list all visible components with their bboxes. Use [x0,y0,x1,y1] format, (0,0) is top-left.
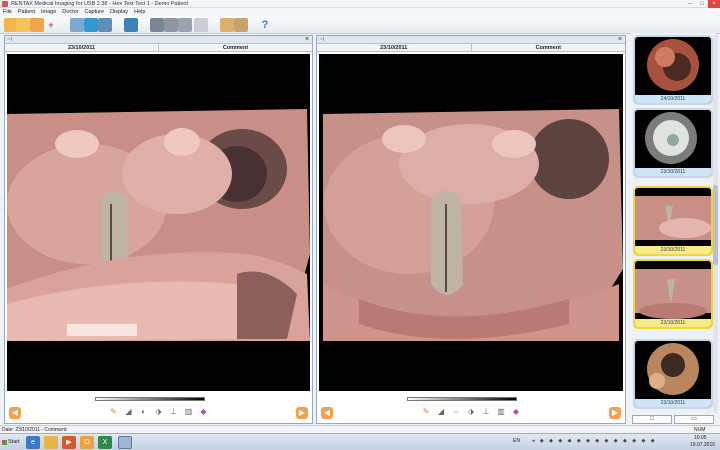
help-icon[interactable]: ? [258,18,272,32]
image-comment[interactable]: Comment [159,44,312,51]
menu-bar: File Patient Image Doctor Capture Displa… [0,8,720,16]
language-indicator[interactable]: EN [513,438,520,444]
image-date: 23/10/2011 [5,44,159,51]
thumbnail-date: 23/10/2011 [635,168,711,176]
menu-display[interactable]: Display [110,9,128,15]
window-title: RENTAX Medical Imaging for USB 2.38 - He… [11,0,188,7]
measure-icon[interactable]: ◢ [123,405,135,419]
trash-icon[interactable]: ▥ [183,405,195,419]
thumbnail-date: 23/10/2011 [635,246,711,254]
transfer-icon[interactable] [194,18,208,32]
view-grid-button[interactable]: ▭ [674,415,714,424]
color-icon[interactable]: ◆ [198,405,210,419]
thumbnail-item[interactable]: 23/10/2011 [633,339,713,409]
previous-image-button[interactable]: ◀ [9,407,21,419]
endoscopy-image[interactable] [319,54,623,391]
pin-icon[interactable]: ⊣ [319,36,324,44]
file-explorer-icon[interactable] [44,436,58,449]
crop-icon[interactable]: ⊥ [480,405,492,419]
start-button[interactable]: Start [1,436,21,449]
close-button[interactable]: × [708,0,720,8]
measure-icon[interactable]: ◢ [435,405,447,419]
menu-file[interactable]: File [3,9,12,15]
contrast-icon[interactable]: ◐ [138,405,150,419]
color-icon[interactable]: ◆ [510,405,522,419]
menu-doctor[interactable]: Doctor [62,9,78,15]
thumbnail-panel: 24/10/2011 23/10/2011 23/10/2011 23/10/2… [630,33,716,413]
toolbar: + ? [0,16,720,34]
image-comment[interactable]: Comment [472,44,626,51]
maximize-button[interactable]: □ [696,0,708,8]
user-icon[interactable] [124,18,138,32]
thumbnail-nav: □ ▭ [632,415,714,424]
trash-icon[interactable]: ▥ [495,405,507,419]
thumbnail-date: 24/10/2011 [635,95,711,103]
thumbnail-item-selected[interactable]: 23/10/2011 [633,186,713,256]
printer-icon[interactable] [164,18,178,32]
image-pane-left: ⊣ × 23/10/2011 Comment ✎ ◢ ◐ ⬗ ⊥ ▥ ◆ ◀ ▶ [4,35,313,424]
copy-icon[interactable] [220,18,234,32]
previous-image-button[interactable]: ◀ [321,407,333,419]
add-icon[interactable]: + [44,18,58,32]
pane-tools: ✎ ◢ ⇔ ⬗ ⊥ ▥ ◆ [317,403,625,421]
cursor-icon[interactable] [178,18,192,32]
outlook-icon[interactable]: O [80,436,94,449]
pane-info-row: 23/10/2011 Comment [5,44,312,52]
eraser-icon[interactable]: ✎ [420,405,432,419]
thumbnail-item[interactable]: 24/10/2011 [633,35,713,105]
thumbnail-date: 23/10/2011 [635,399,711,407]
media-player-icon[interactable]: ▶ [62,436,76,449]
brightness-slider[interactable] [407,397,517,401]
paste-icon[interactable] [234,18,248,32]
excel-icon[interactable]: X [98,436,112,449]
close-pane-button[interactable]: × [618,36,622,44]
print-icon[interactable] [70,18,84,32]
minimize-button[interactable]: – [684,0,696,8]
pin-icon[interactable]: ⊣ [7,36,12,44]
pane-tools: ✎ ◢ ◐ ⬗ ⊥ ▥ ◆ [5,403,312,421]
zoom-icon[interactable]: ⬗ [153,405,165,419]
browser-icon[interactable]: e [26,436,40,449]
image-pane-right: ⊣ × 23/10/2011 Comment ✎ ◢ ⇔ ⬗ ⊥ ▥ ◆ ◀ ▶ [316,35,626,424]
next-image-button[interactable]: ▶ [296,407,308,419]
scroll-thumb[interactable] [713,185,718,265]
zoom-icon[interactable]: ⬗ [465,405,477,419]
thumbnail-item[interactable]: 23/10/2011 [633,108,713,178]
menu-help[interactable]: Help [134,9,145,15]
close-pane-button[interactable]: × [305,36,309,44]
monitor-icon[interactable] [84,18,98,32]
folder-icon[interactable] [16,18,30,32]
status-bar: Date: 23/10/2011 - Comment: NUM [0,425,720,433]
flip-icon[interactable]: ⇔ [450,405,462,419]
clock-time[interactable]: 10:05 [694,435,707,441]
view-single-button[interactable]: □ [632,415,672,424]
crop-icon[interactable]: ⊥ [168,405,180,419]
menu-patient[interactable]: Patient [18,9,35,15]
pane-header: ⊣ × [5,36,312,44]
image-date: 23/10/2011 [317,44,472,51]
taskbar: Start e ▶ O X EN ◂ ◆ ◆ ◆ ◆ ◆ ◆ ◆ ◆ ◆ ◆ ◆… [0,433,720,450]
tray-icons[interactable]: ◂ ◆ ◆ ◆ ◆ ◆ ◆ ◆ ◆ ◆ ◆ ◆ ◆ ◆ [532,438,657,444]
window-controls: – □ × [684,0,720,8]
new-image-icon[interactable] [30,18,44,32]
eraser-icon[interactable]: ✎ [108,405,120,419]
thumbnail-date: 23/10/2011 [635,319,711,327]
medical-imaging-taskbar-icon[interactable] [118,436,132,449]
next-image-button[interactable]: ▶ [609,407,621,419]
endoscopy-image[interactable] [7,54,310,391]
title-bar: RENTAX Medical Imaging for USB 2.38 - He… [0,0,720,8]
camera-icon[interactable] [98,18,112,32]
brightness-slider[interactable] [95,397,205,401]
menu-capture[interactable]: Capture [85,9,105,15]
thumbnail-scrollbar[interactable] [713,35,718,413]
thumbnail-item-selected[interactable]: 23/10/2011 [633,259,713,329]
film-icon[interactable] [150,18,164,32]
clock-date[interactable]: 19.07.2016 [690,442,715,448]
pane-header: ⊣ × [317,36,625,44]
app-icon [2,0,8,7]
pane-info-row: 23/10/2011 Comment [317,44,625,52]
menu-image[interactable]: Image [41,9,56,15]
